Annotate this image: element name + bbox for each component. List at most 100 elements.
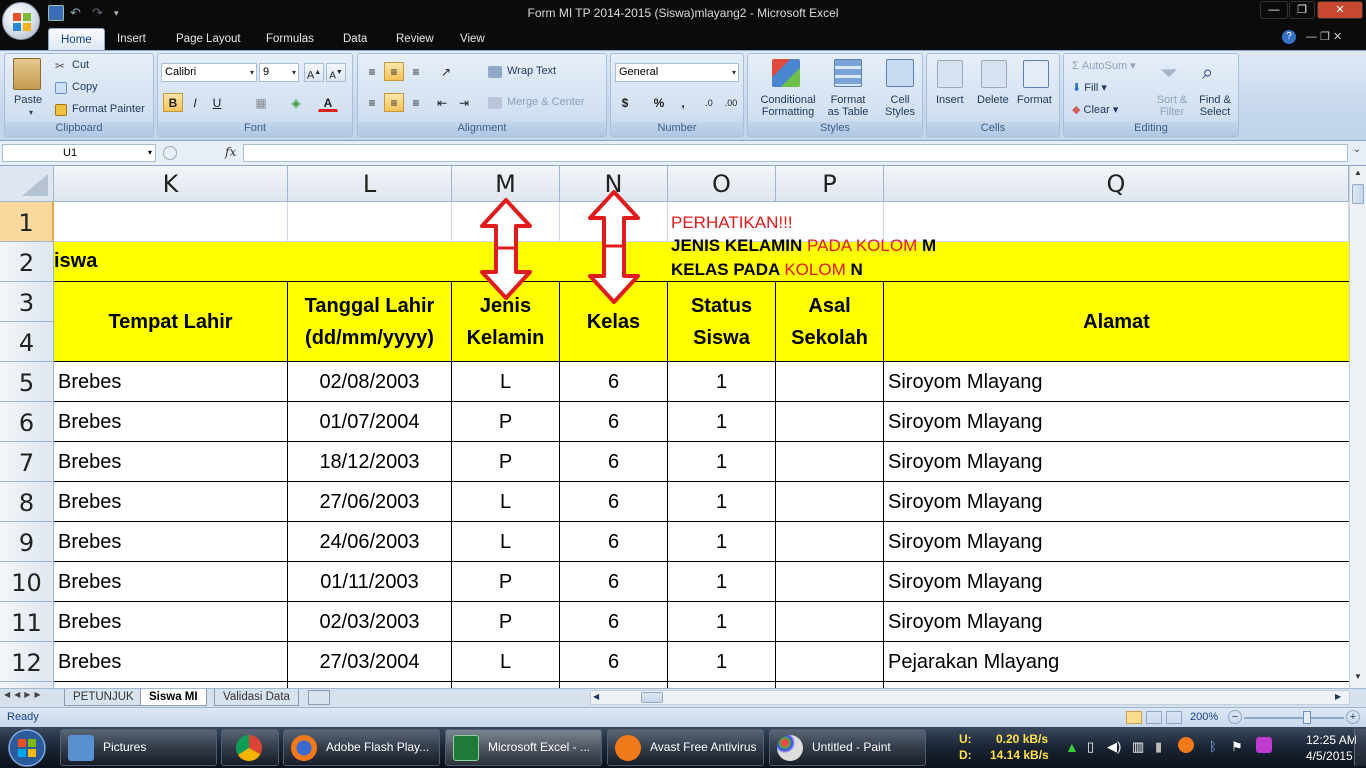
borders-button[interactable]: ▦ <box>251 93 271 112</box>
find-select-button[interactable]: Find & Select <box>1194 94 1236 118</box>
orientation-icon[interactable]: ↗ <box>436 62 456 81</box>
cell-alamat-row-6[interactable]: Siroyom Mlayang <box>884 402 1349 442</box>
minimize-button[interactable]: — <box>1260 1 1288 19</box>
row-header-4[interactable]: 4 <box>0 322 54 362</box>
row-header-12[interactable]: 12 <box>0 642 54 682</box>
fill-color-button[interactable]: ◈ <box>286 93 306 112</box>
cell-kelas-row-7[interactable]: 6 <box>560 442 668 482</box>
cell-tanggal-row-12[interactable]: 27/03/2004 <box>288 642 452 682</box>
sort-filter-button[interactable]: Sort & Filter <box>1152 94 1192 118</box>
sheet-tab-validasi-data[interactable]: Validasi Data <box>214 689 299 706</box>
cell-status-row-11[interactable]: 1 <box>668 602 776 642</box>
conditional-formatting-button[interactable]: Conditional Formatting <box>758 94 818 118</box>
cell-status-row-8[interactable]: 1 <box>668 482 776 522</box>
cell-tanggal-row-5[interactable]: 02/08/2003 <box>288 362 452 402</box>
vertical-scrollbar[interactable]: ▲ ▼ <box>1349 166 1366 688</box>
horizontal-scroll-thumb[interactable] <box>641 692 663 703</box>
show-desktop-button[interactable] <box>1354 729 1366 766</box>
header-status-siswa[interactable]: Status Siswa <box>668 282 776 362</box>
delete-cells-button[interactable]: Delete <box>977 94 1009 106</box>
shrink-font-button[interactable]: A▼ <box>326 63 346 82</box>
font-name-combo[interactable]: Calibri ▾ <box>161 63 257 82</box>
sheet-nav-buttons[interactable]: ◀◀▶▶ <box>4 690 45 699</box>
network-monitor-icon[interactable]: ▲ <box>1065 739 1079 755</box>
cell-tanggal-row-7[interactable]: 18/12/2003 <box>288 442 452 482</box>
underline-button[interactable]: U <box>207 93 227 112</box>
taskbar-pictures[interactable]: Pictures <box>60 729 217 766</box>
paste-icon[interactable] <box>13 58 41 90</box>
action-center-icon[interactable]: ⚑ <box>1231 739 1243 755</box>
cell-asal-row-11[interactable] <box>776 602 884 642</box>
autosum-button[interactable]: Σ AutoSum ▾ <box>1072 59 1136 72</box>
cell-alamat-row-7[interactable]: Siroyom Mlayang <box>884 442 1349 482</box>
zoom-out-icon[interactable]: − <box>1228 710 1242 724</box>
cell-jk-row-9[interactable]: L <box>452 522 560 562</box>
header-tanggal-lahir[interactable]: Tanggal Lahir (dd/mm/yyyy) <box>288 282 452 362</box>
restore-button[interactable]: ❐ <box>1289 1 1315 19</box>
cell-asal-row-10[interactable] <box>776 562 884 602</box>
start-button[interactable] <box>2 728 52 768</box>
row-header-1[interactable]: 1 <box>0 202 54 242</box>
cell-asal-row-5[interactable] <box>776 362 884 402</box>
col-header-m[interactable]: M <box>452 166 560 202</box>
row-header-8[interactable]: 8 <box>0 482 54 522</box>
cell-tempat-row-8[interactable]: Brebes <box>54 482 288 522</box>
header-alamat[interactable]: Alamat <box>884 282 1349 362</box>
tab-review[interactable]: Review <box>384 28 446 50</box>
bluetooth-icon[interactable]: ᛒ <box>1209 739 1217 754</box>
zoom-level[interactable]: 200% <box>1190 711 1218 723</box>
cell-alamat-row-12[interactable]: Pejarakan Mlayang <box>884 642 1349 682</box>
col-header-k[interactable]: K <box>54 166 288 202</box>
cell-alamat-row-8[interactable]: Siroyom Mlayang <box>884 482 1349 522</box>
cell-tempat-row-11[interactable]: Brebes <box>54 602 288 642</box>
format-painter-button[interactable]: Format Painter <box>72 103 145 115</box>
volume-icon[interactable]: ◀) <box>1107 739 1121 755</box>
cell-jk-row-11[interactable]: P <box>452 602 560 642</box>
align-bottom-icon[interactable]: ≡ <box>406 62 426 81</box>
cell-kelas-row-12[interactable]: 6 <box>560 642 668 682</box>
cell-asal-row-6[interactable] <box>776 402 884 442</box>
cell-status-row-9[interactable]: 1 <box>668 522 776 562</box>
tab-view[interactable]: View <box>448 28 497 50</box>
cell-kelas-row-9[interactable]: 6 <box>560 522 668 562</box>
row-header-10[interactable]: 10 <box>0 562 54 602</box>
comma-button[interactable]: , <box>673 93 693 112</box>
taskbar-firefox[interactable]: Adobe Flash Play... <box>283 729 440 766</box>
cell-tanggal-row-10[interactable]: 01/11/2003 <box>288 562 452 602</box>
copy-button[interactable]: Copy <box>72 81 98 93</box>
zoom-slider[interactable] <box>1244 717 1344 719</box>
avast-tray-icon[interactable] <box>1178 737 1194 753</box>
format-as-table-button[interactable]: Format as Table <box>824 94 872 118</box>
cell-jk-row-8[interactable]: L <box>452 482 560 522</box>
cell-status-row-12[interactable]: 1 <box>668 642 776 682</box>
tab-insert[interactable]: Insert <box>105 28 158 50</box>
app-tray-icon[interactable] <box>1256 737 1272 753</box>
cell-tempat-row-6[interactable]: Brebes <box>54 402 288 442</box>
scroll-left-icon[interactable]: ◀ <box>593 692 599 701</box>
clock-time[interactable]: 12:25 AM <box>1306 733 1357 747</box>
taskbar-chrome[interactable] <box>221 729 279 766</box>
cell-tanggal-row-9[interactable]: 24/06/2003 <box>288 522 452 562</box>
cell-alamat-row-9[interactable]: Siroyom Mlayang <box>884 522 1349 562</box>
col-header-l[interactable]: L <box>288 166 452 202</box>
header-asal-sekolah[interactable]: Asal Sekolah <box>776 282 884 362</box>
fill-button[interactable]: ⬇ Fill ▾ <box>1072 81 1107 94</box>
row-header-3[interactable]: 3 <box>0 282 54 322</box>
cell-jk-row-10[interactable]: P <box>452 562 560 602</box>
cell-tempat-row-12[interactable]: Brebes <box>54 642 288 682</box>
cell-status-row-6[interactable]: 1 <box>668 402 776 442</box>
tab-data[interactable]: Data <box>331 28 379 50</box>
cell-status-row-5[interactable]: 1 <box>668 362 776 402</box>
storage-icon[interactable]: ▮ <box>1155 739 1162 755</box>
zoom-slider-thumb[interactable] <box>1303 711 1311 724</box>
cell-asal-row-9[interactable] <box>776 522 884 562</box>
cell-q1[interactable] <box>884 202 1349 242</box>
decrease-decimal-icon[interactable]: .00 <box>721 93 741 112</box>
scroll-right-icon[interactable]: ▶ <box>1335 692 1341 701</box>
clear-button[interactable]: ◆ Clear ▾ <box>1072 103 1118 116</box>
cell-jk-row-12[interactable]: L <box>452 642 560 682</box>
expand-formula-bar-icon[interactable]: ⌄ <box>1350 144 1364 162</box>
cell-tanggal-row-8[interactable]: 27/06/2003 <box>288 482 452 522</box>
percent-button[interactable]: % <box>649 93 669 112</box>
merge-center-button[interactable]: Merge & Center <box>507 96 585 108</box>
